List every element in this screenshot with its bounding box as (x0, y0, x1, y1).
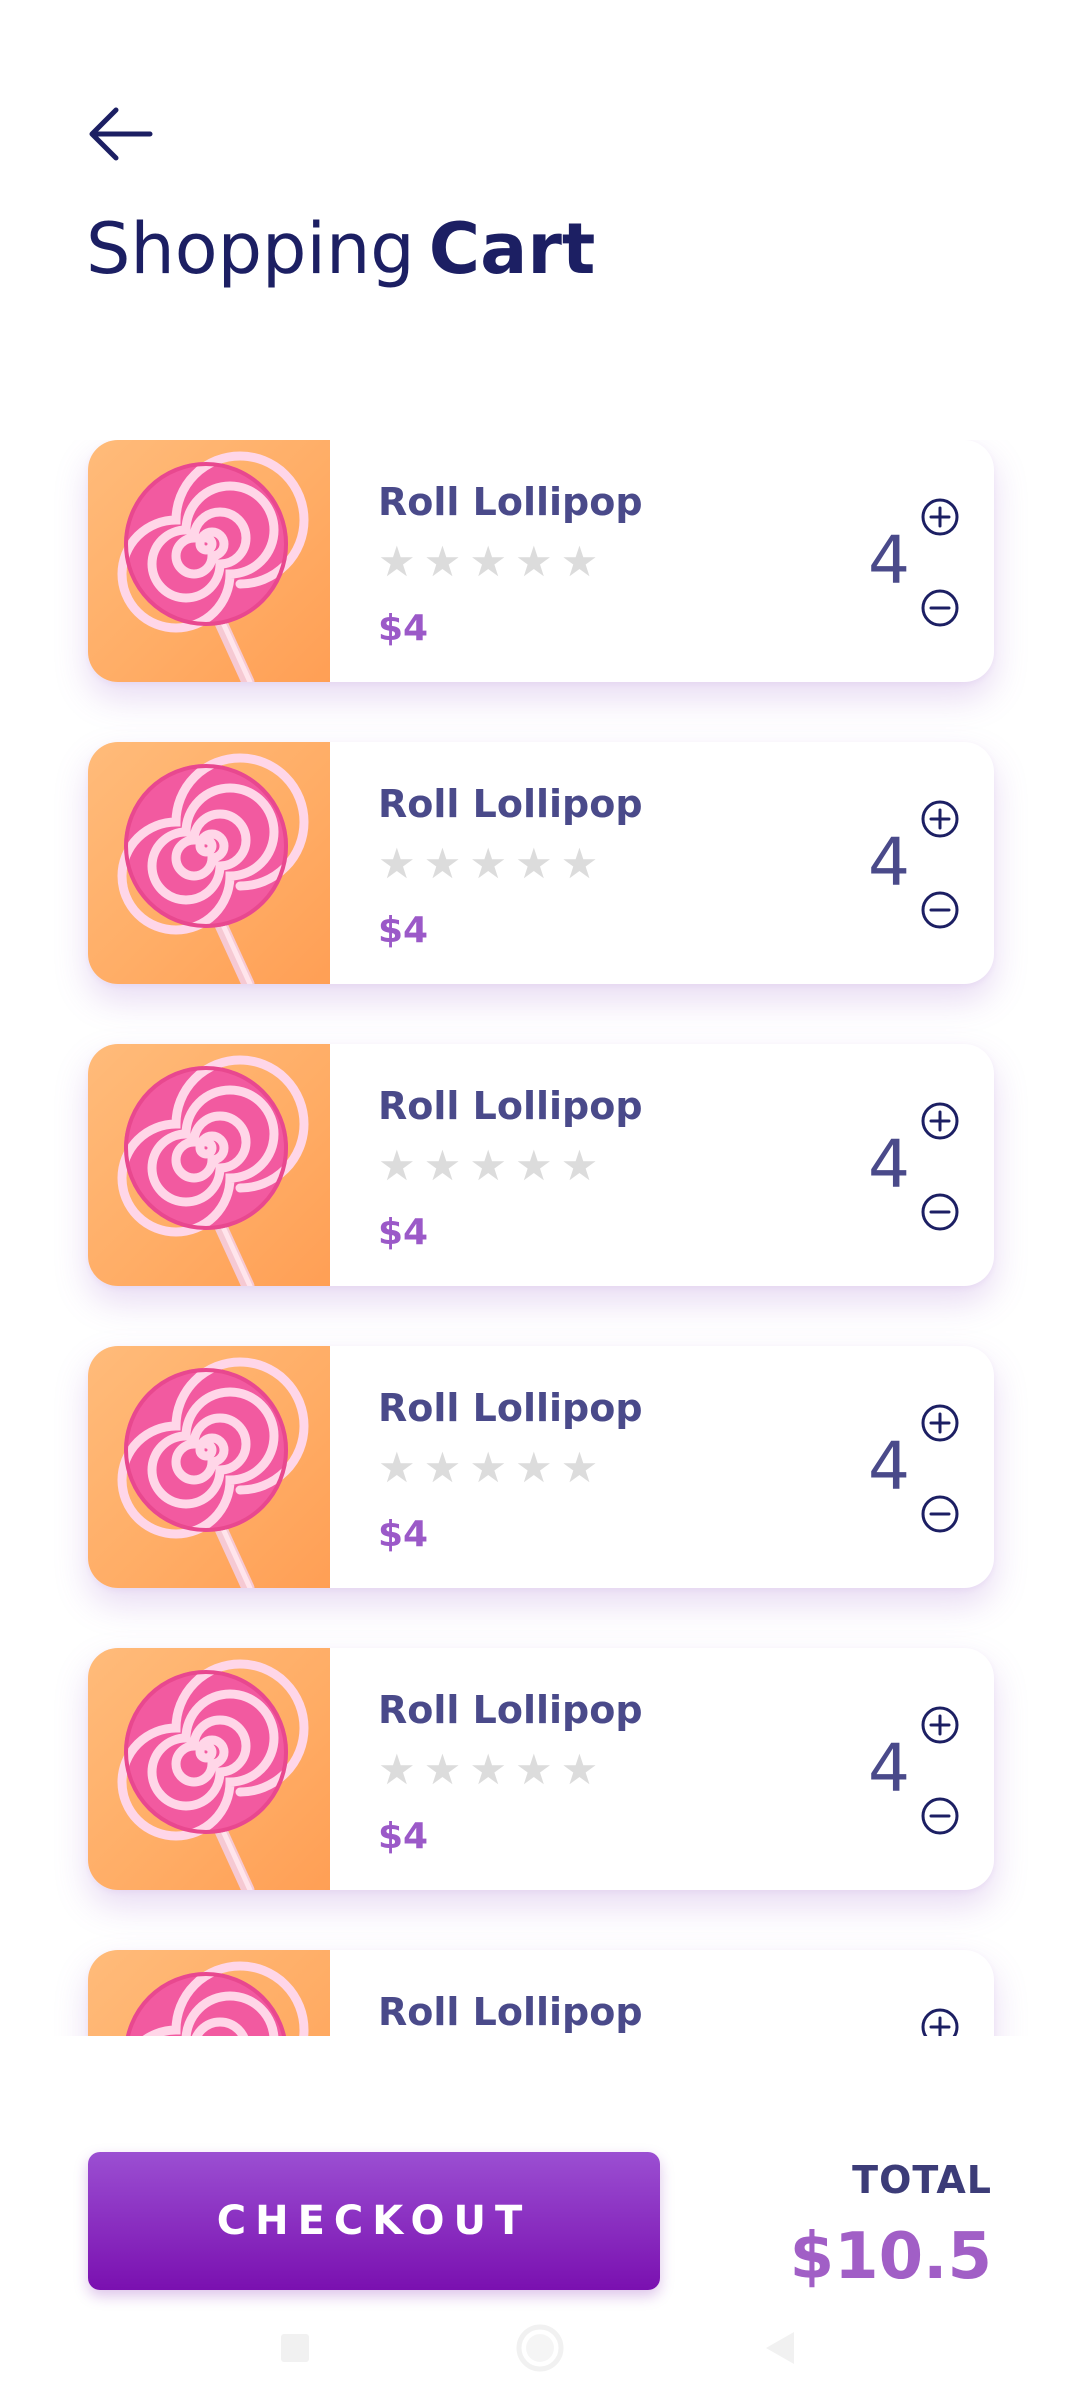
page-title: Shopping Cart (86, 208, 595, 290)
product-image (88, 1346, 330, 1588)
star-icon[interactable]: ★ (424, 1748, 462, 1792)
star-icon[interactable]: ★ (561, 842, 599, 886)
increase-quantity-button[interactable] (918, 1703, 962, 1747)
increase-quantity-button[interactable] (918, 1401, 962, 1445)
increase-quantity-button[interactable] (918, 2005, 962, 2036)
star-icon[interactable]: ★ (378, 1446, 416, 1490)
quantity-value: 4 (868, 522, 910, 599)
minus-circle-icon (921, 589, 959, 627)
decrease-quantity-button[interactable] (918, 1190, 962, 1234)
triangle-back-icon (766, 2332, 794, 2364)
page-title-bold: Cart (428, 208, 596, 290)
plus-circle-icon (921, 1102, 959, 1140)
star-icon[interactable]: ★ (424, 1144, 462, 1188)
star-icon[interactable]: ★ (424, 842, 462, 886)
star-icon[interactable]: ★ (515, 540, 553, 584)
decrease-quantity-button[interactable] (918, 586, 962, 630)
star-icon[interactable]: ★ (424, 540, 462, 584)
minus-circle-icon (921, 1797, 959, 1835)
item-name: Roll Lollipop (378, 782, 643, 826)
quantity-value: 4 (868, 1126, 910, 1203)
total-value: $10.5 (789, 2220, 992, 2294)
decrease-quantity-button[interactable] (918, 1794, 962, 1838)
product-image (88, 742, 330, 984)
star-icon[interactable]: ★ (469, 1446, 507, 1490)
back-button[interactable] (84, 104, 156, 164)
star-icon[interactable]: ★ (378, 1748, 416, 1792)
item-name: Roll Lollipop (378, 1084, 643, 1128)
total-label: TOTAL (852, 2158, 992, 2202)
rating-stars[interactable]: ★ ★ ★ ★ ★ (378, 1748, 598, 1792)
star-icon[interactable]: ★ (469, 1144, 507, 1188)
increase-quantity-button[interactable] (918, 797, 962, 841)
plus-circle-icon (921, 800, 959, 838)
rating-stars[interactable]: ★ ★ ★ ★ ★ (378, 540, 598, 584)
checkout-button[interactable]: CHECKOUT (88, 2152, 660, 2290)
rating-stars[interactable]: ★ ★ ★ ★ ★ (378, 842, 598, 886)
product-image (88, 440, 330, 682)
system-back-button[interactable] (750, 2318, 810, 2378)
star-icon[interactable]: ★ (515, 842, 553, 886)
star-icon[interactable]: ★ (378, 540, 416, 584)
cart-item-card[interactable]: Roll Lollipop ★ ★ ★ ★ ★ $4 4 (88, 1648, 994, 1890)
item-name: Roll Lollipop (378, 1990, 643, 2034)
item-price: $4 (378, 1212, 429, 1253)
increase-quantity-button[interactable] (918, 495, 962, 539)
item-price: $4 (378, 1816, 429, 1857)
item-name: Roll Lollipop (378, 1386, 643, 1430)
square-icon (281, 2334, 309, 2362)
product-image (88, 1044, 330, 1286)
plus-circle-icon (921, 2008, 959, 2036)
item-price: $4 (378, 910, 429, 951)
star-icon[interactable]: ★ (561, 1748, 599, 1792)
star-icon[interactable]: ★ (515, 1748, 553, 1792)
plus-circle-icon (921, 1404, 959, 1442)
plus-circle-icon (921, 1706, 959, 1744)
plus-circle-icon (921, 498, 959, 536)
star-icon[interactable]: ★ (469, 842, 507, 886)
system-navigation-bar (0, 2300, 1080, 2400)
star-icon[interactable]: ★ (378, 842, 416, 886)
cart-item-card[interactable]: Roll Lollipop ★ ★ ★ ★ ★ $4 4 (88, 1044, 994, 1286)
circle-icon (516, 2324, 564, 2372)
star-icon[interactable]: ★ (561, 1144, 599, 1188)
quantity-value: 4 (868, 824, 910, 901)
home-button[interactable] (510, 2318, 570, 2378)
arrow-left-icon (89, 107, 153, 161)
quantity-value: 4 (868, 1428, 910, 1505)
star-icon[interactable]: ★ (424, 1446, 462, 1490)
star-icon[interactable]: ★ (561, 1446, 599, 1490)
cart-item-card[interactable]: Roll Lollipop ★ ★ ★ ★ ★ $4 4 (88, 1950, 994, 2036)
item-price: $4 (378, 608, 429, 649)
item-name: Roll Lollipop (378, 480, 643, 524)
star-icon[interactable]: ★ (378, 1144, 416, 1188)
item-price: $4 (378, 1514, 429, 1555)
cart-list[interactable]: Roll Lollipop ★ ★ ★ ★ ★ $4 4 Roll Lollip… (0, 440, 1080, 2036)
product-image (88, 1648, 330, 1890)
cart-item-card[interactable]: Roll Lollipop ★ ★ ★ ★ ★ $4 4 (88, 742, 994, 984)
star-icon[interactable]: ★ (469, 1748, 507, 1792)
minus-circle-icon (921, 1193, 959, 1231)
decrease-quantity-button[interactable] (918, 1492, 962, 1536)
product-image (88, 1950, 330, 2036)
rating-stars[interactable]: ★ ★ ★ ★ ★ (378, 1446, 598, 1490)
cart-item-card[interactable]: Roll Lollipop ★ ★ ★ ★ ★ $4 4 (88, 440, 994, 682)
item-name: Roll Lollipop (378, 1688, 643, 1732)
minus-circle-icon (921, 1495, 959, 1533)
quantity-value: 4 (868, 1730, 910, 1807)
increase-quantity-button[interactable] (918, 1099, 962, 1143)
decrease-quantity-button[interactable] (918, 888, 962, 932)
star-icon[interactable]: ★ (469, 540, 507, 584)
star-icon[interactable]: ★ (561, 540, 599, 584)
cart-item-card[interactable]: Roll Lollipop ★ ★ ★ ★ ★ $4 4 (88, 1346, 994, 1588)
rating-stars[interactable]: ★ ★ ★ ★ ★ (378, 1144, 598, 1188)
minus-circle-icon (921, 891, 959, 929)
star-icon[interactable]: ★ (515, 1446, 553, 1490)
star-icon[interactable]: ★ (515, 1144, 553, 1188)
page-title-light: Shopping (86, 208, 415, 290)
recent-apps-button[interactable] (265, 2318, 325, 2378)
